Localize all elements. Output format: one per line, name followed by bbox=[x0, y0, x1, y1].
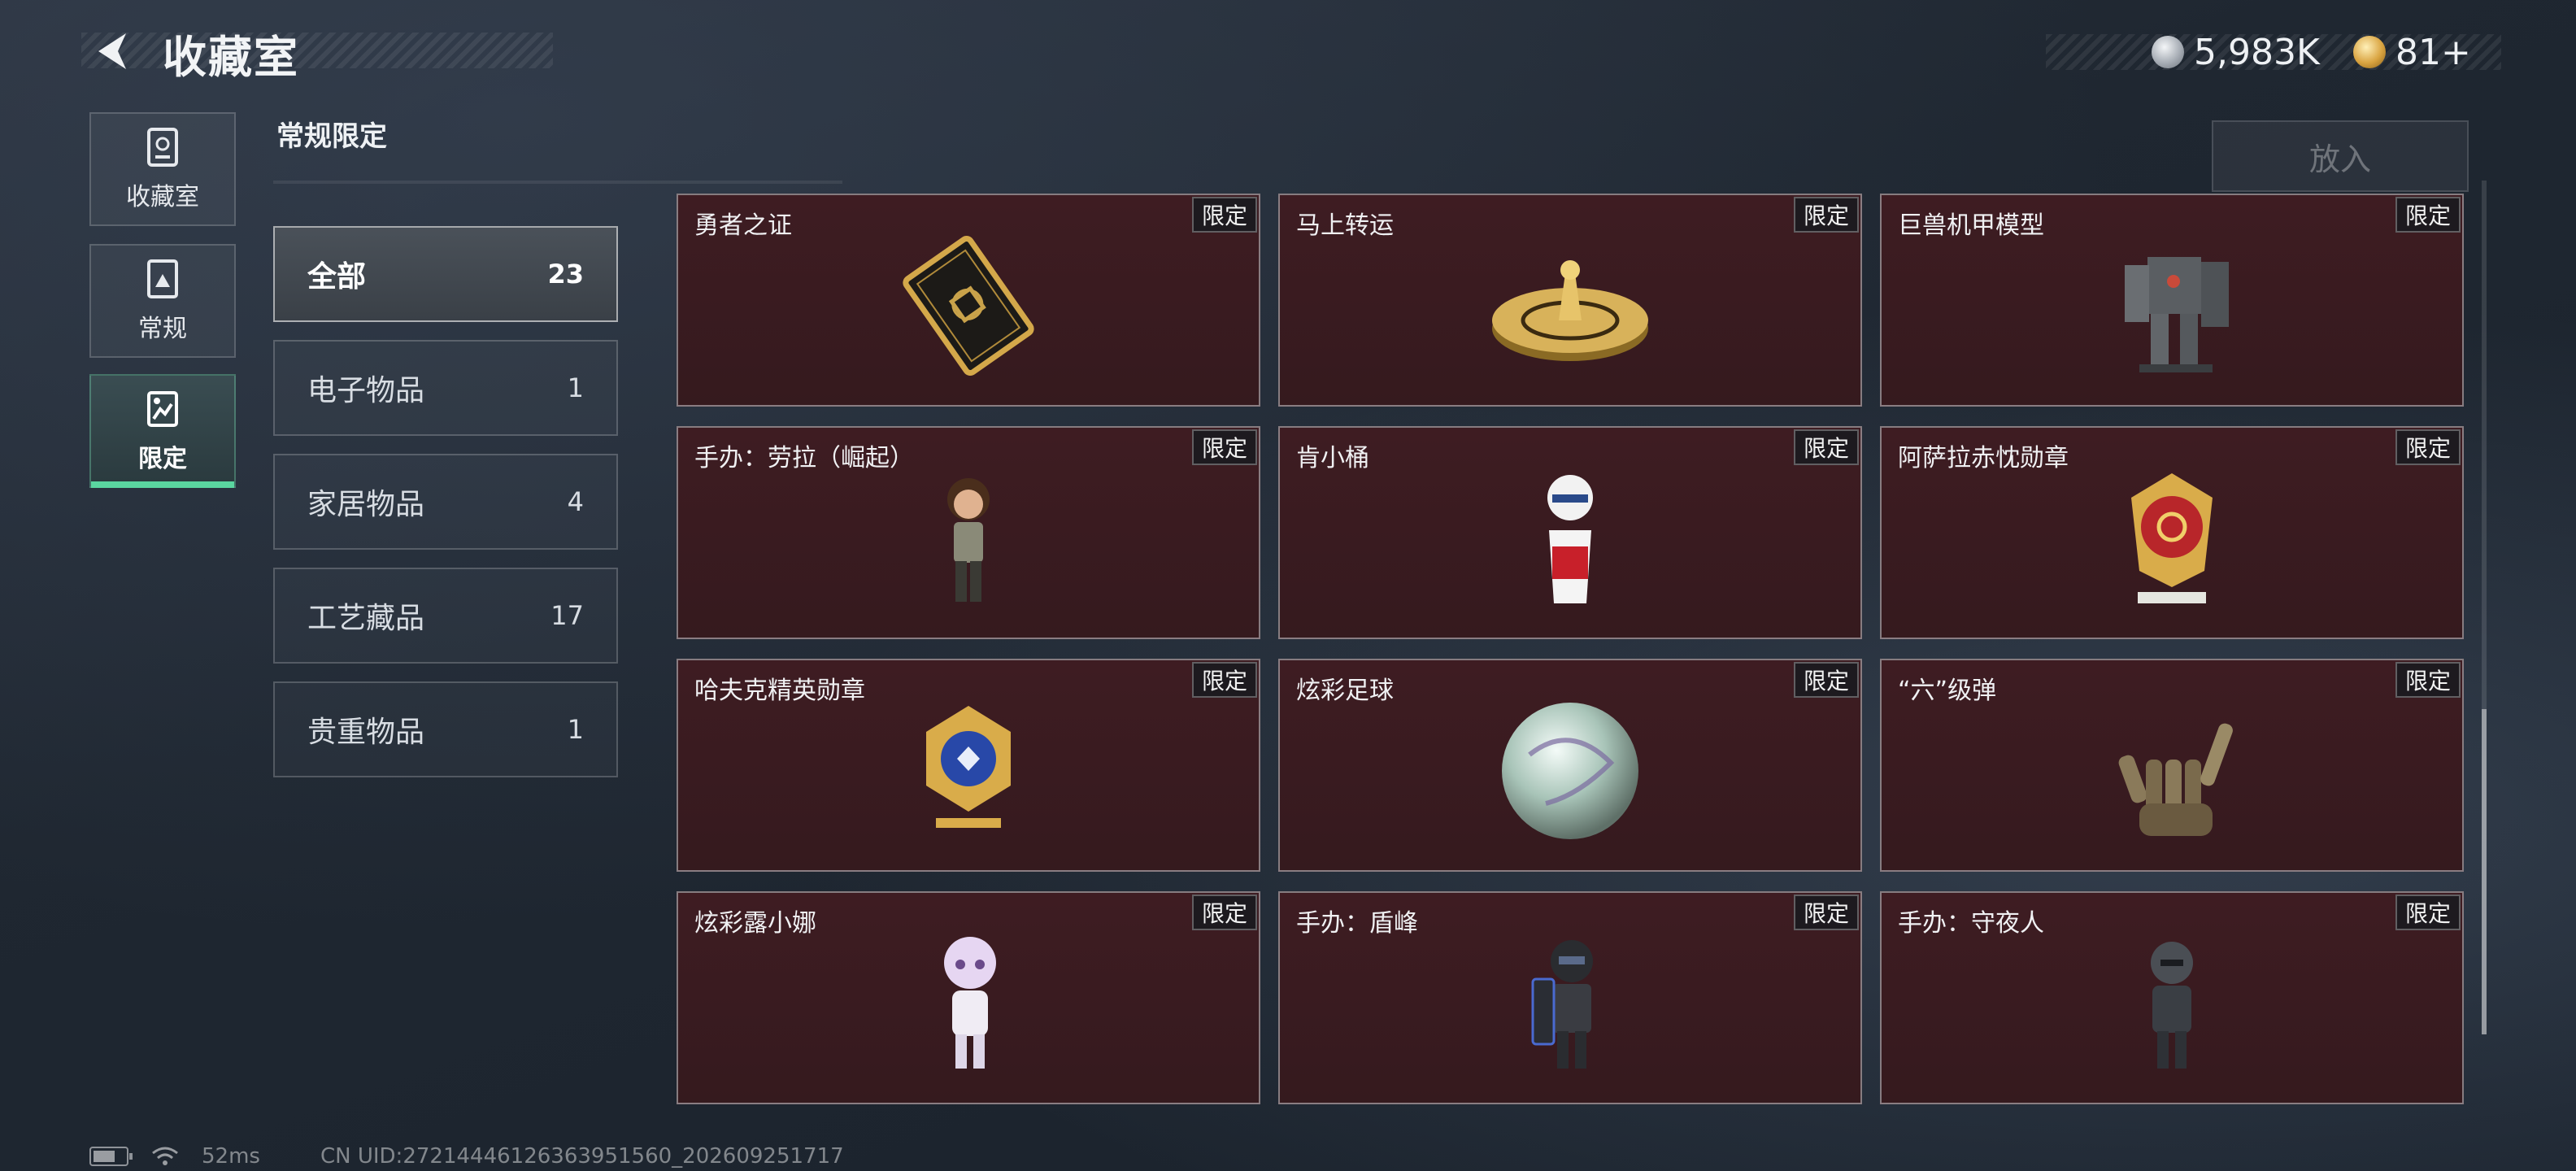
item-card[interactable]: 手办：守夜人 限定 bbox=[1880, 891, 2464, 1104]
limited-badge: 限定 bbox=[1793, 429, 1859, 465]
battery-icon bbox=[89, 1147, 133, 1166]
category-count: 1 bbox=[567, 714, 584, 745]
currency-gold[interactable]: 81+ bbox=[2353, 28, 2471, 76]
item-name: 阿萨拉赤忱勋章 bbox=[1898, 444, 2069, 472]
figure-kfc-icon bbox=[1547, 475, 1593, 603]
currency-silver[interactable]: 5,983K bbox=[2152, 28, 2320, 76]
medal-red-icon bbox=[2131, 473, 2213, 603]
item-card[interactable]: 阿萨拉赤忱勋章 限定 bbox=[1880, 426, 2464, 639]
status-bar: 52ms CN UID:27214446126363951560_2026092… bbox=[89, 1142, 844, 1171]
wifi-icon bbox=[152, 1147, 178, 1165]
category-count: 23 bbox=[547, 259, 584, 289]
item-card[interactable]: “六”级弹 限定 bbox=[1880, 659, 2464, 872]
medal-blue-icon bbox=[926, 706, 1011, 828]
category-label: 贵重物品 bbox=[307, 716, 425, 749]
category-label: 家居物品 bbox=[307, 488, 425, 521]
item-name: 哈夫克精英勋章 bbox=[694, 677, 865, 705]
item-name: 炫彩足球 bbox=[1296, 677, 1394, 705]
limited-badge: 限定 bbox=[1793, 895, 1859, 930]
back-arrow-icon bbox=[98, 33, 126, 69]
category-label: 全部 bbox=[307, 260, 367, 294]
item-card[interactable]: 勇者之证 限定 bbox=[677, 194, 1260, 407]
limited-badge: 限定 bbox=[1191, 895, 1257, 930]
limited-badge: 限定 bbox=[1191, 429, 1257, 465]
figure-shield-icon bbox=[1531, 940, 1593, 1069]
uid-text: CN UID:27214446126363951560_202609251717 bbox=[320, 1144, 844, 1169]
gold-coin-icon bbox=[2353, 36, 2386, 68]
limited-badge: 限定 bbox=[2395, 662, 2461, 698]
item-card[interactable]: 炫彩露小娜 限定 bbox=[677, 891, 1260, 1104]
item-name: “六”级弹 bbox=[1898, 677, 1997, 705]
nav-label: 收藏室 bbox=[126, 183, 199, 211]
section-divider bbox=[273, 181, 842, 184]
figure-luna-icon bbox=[944, 937, 996, 1069]
figure-nightwatch-icon bbox=[2151, 942, 2193, 1069]
item-card[interactable]: 肯小桶 限定 bbox=[1278, 426, 1862, 639]
category-count: 17 bbox=[550, 600, 584, 631]
currency-gold-value: 81+ bbox=[2395, 31, 2471, 73]
limited-badge: 限定 bbox=[2395, 429, 2461, 465]
header-decoration bbox=[81, 33, 553, 68]
put-in-button[interactable]: 放入 bbox=[2212, 120, 2469, 192]
section-title: 常规限定 bbox=[276, 120, 387, 153]
card-emblem-icon bbox=[903, 235, 1034, 377]
category-valuables[interactable]: 贵重物品 1 bbox=[273, 681, 618, 777]
bullet-hand-icon bbox=[2118, 723, 2233, 836]
item-name: 勇者之证 bbox=[694, 211, 792, 240]
silver-coin-icon bbox=[2152, 36, 2184, 68]
golden-turntable-icon bbox=[1492, 260, 1648, 361]
category-all[interactable]: 全部 23 bbox=[273, 226, 618, 322]
category-count: 4 bbox=[567, 486, 584, 517]
category-label: 电子物品 bbox=[307, 374, 425, 407]
item-name: 手办：守夜人 bbox=[1898, 909, 2044, 938]
limited-icon bbox=[147, 391, 178, 427]
category-crafts[interactable]: 工艺藏品 17 bbox=[273, 568, 618, 664]
regular-icon bbox=[147, 259, 178, 298]
page-title: 收藏室 bbox=[163, 32, 299, 83]
scrollbar-thumb[interactable] bbox=[2482, 709, 2487, 1034]
limited-badge: 限定 bbox=[1191, 197, 1257, 233]
item-grid: 勇者之证 限定 马上转运 限定 巨兽机甲模型 限定 手办：劳拉（崛起） 限定 肯… bbox=[677, 194, 2465, 1111]
limited-badge: 限定 bbox=[2395, 895, 2461, 930]
collection-room-screen: 收藏室 5,983K 81+ 收藏室 常规 限定 常规限定 全部 23 电子物品… bbox=[0, 0, 2576, 1171]
ping-value: 52ms bbox=[202, 1144, 260, 1169]
back-button[interactable] bbox=[86, 24, 140, 78]
item-name: 手办：盾峰 bbox=[1296, 909, 1418, 938]
item-name: 炫彩露小娜 bbox=[694, 909, 816, 938]
item-card[interactable]: 炫彩足球 限定 bbox=[1278, 659, 1862, 872]
nav-tab-limited[interactable]: 限定 bbox=[89, 374, 236, 488]
item-name: 肯小桶 bbox=[1296, 444, 1369, 472]
football-icon bbox=[1502, 703, 1638, 839]
limited-badge: 限定 bbox=[2395, 197, 2461, 233]
item-card[interactable]: 手办：盾峰 限定 bbox=[1278, 891, 1862, 1104]
nav-label: 限定 bbox=[138, 445, 187, 473]
limited-badge: 限定 bbox=[1793, 197, 1859, 233]
nav-tab-regular[interactable]: 常规 bbox=[89, 244, 236, 358]
currency-silver-value: 5,983K bbox=[2194, 31, 2320, 73]
nav-tab-collection-room[interactable]: 收藏室 bbox=[89, 112, 236, 226]
limited-badge: 限定 bbox=[1793, 662, 1859, 698]
category-electronics[interactable]: 电子物品 1 bbox=[273, 340, 618, 436]
item-name: 巨兽机甲模型 bbox=[1898, 211, 2044, 240]
limited-badge: 限定 bbox=[1191, 662, 1257, 698]
category-count: 1 bbox=[567, 372, 584, 403]
item-name: 马上转运 bbox=[1296, 211, 1394, 240]
category-home[interactable]: 家居物品 4 bbox=[273, 454, 618, 550]
figure-lara-icon bbox=[947, 478, 990, 602]
collection-room-icon bbox=[147, 128, 178, 167]
item-card[interactable]: 马上转运 限定 bbox=[1278, 194, 1862, 407]
item-card[interactable]: 手办：劳拉（崛起） 限定 bbox=[677, 426, 1260, 639]
category-label: 工艺藏品 bbox=[307, 602, 425, 635]
mech-model-icon bbox=[2125, 257, 2229, 372]
item-card[interactable]: 哈夫克精英勋章 限定 bbox=[677, 659, 1260, 872]
nav-label: 常规 bbox=[138, 315, 187, 343]
item-card[interactable]: 巨兽机甲模型 限定 bbox=[1880, 194, 2464, 407]
